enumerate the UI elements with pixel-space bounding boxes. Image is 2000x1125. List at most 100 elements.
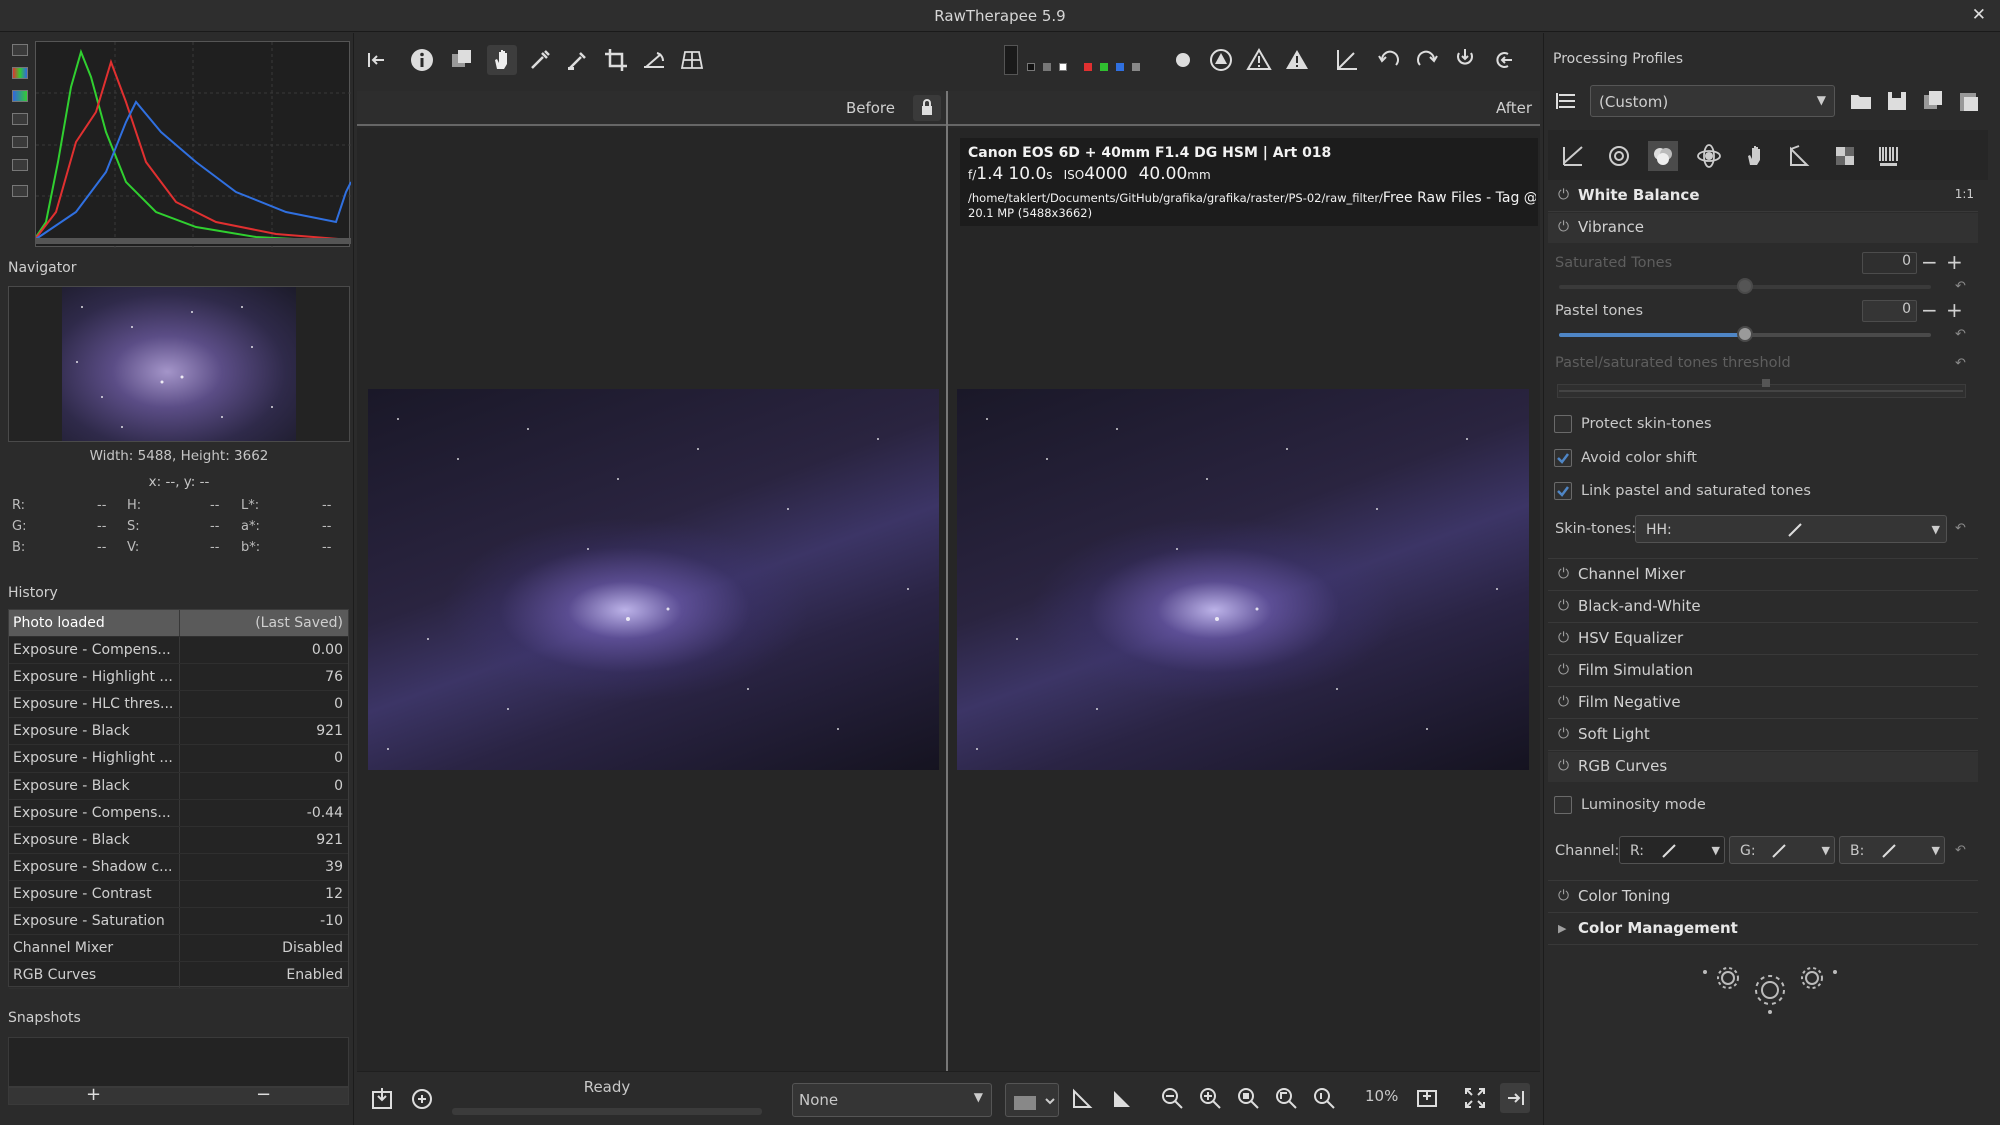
preview-red-icon[interactable] bbox=[1084, 63, 1092, 71]
false-color-icon[interactable] bbox=[1206, 45, 1236, 75]
hand-tool-icon[interactable] bbox=[487, 45, 517, 75]
before-image[interactable] bbox=[368, 389, 939, 770]
send-to-editor-icon[interactable] bbox=[407, 1084, 437, 1114]
history-row[interactable]: Channel Mixer Disabled bbox=[9, 935, 348, 963]
power-icon[interactable]: ⏻ bbox=[1558, 694, 1569, 710]
hide-right-panel-icon[interactable] bbox=[1500, 1083, 1530, 1113]
histogram-full-button[interactable] bbox=[12, 44, 28, 56]
history-row[interactable]: Exposure - Black 921 bbox=[9, 718, 348, 746]
hide-left-panel-icon[interactable] bbox=[362, 45, 392, 75]
tool-color-management[interactable]: ▶ Color Management bbox=[1548, 914, 1978, 944]
red-curve-select[interactable]: R: ▼ bbox=[1619, 836, 1725, 864]
softproof-icon[interactable] bbox=[1068, 1083, 1098, 1113]
navigator-thumbnail[interactable] bbox=[62, 287, 296, 441]
close-window-button[interactable]: ✕ bbox=[1972, 5, 1986, 25]
blue-curve-select[interactable]: B: ▼ bbox=[1839, 836, 1945, 864]
pastel-tones-spin[interactable]: 0 bbox=[1862, 300, 1917, 322]
save-image-icon[interactable] bbox=[367, 1084, 397, 1114]
reset-icon[interactable]: ↶ bbox=[1955, 356, 1966, 371]
crop-icon[interactable] bbox=[601, 45, 631, 75]
paste-profile-icon[interactable] bbox=[1954, 86, 1984, 116]
power-icon[interactable]: ⏻ bbox=[1558, 187, 1569, 203]
history-row[interactable]: Exposure - Black 0 bbox=[9, 772, 348, 800]
perspective-icon[interactable] bbox=[677, 45, 707, 75]
saturated-tones-knob[interactable] bbox=[1737, 278, 1753, 294]
tool-vibrance[interactable]: ⏻ Vibrance bbox=[1548, 213, 1978, 243]
luminosity-mode-checkbox[interactable] bbox=[1554, 796, 1572, 814]
histogram-mode-button[interactable] bbox=[12, 159, 28, 171]
skin-tones-curve-select[interactable]: HH: ▼ bbox=[1635, 515, 1947, 543]
preview-green-icon[interactable] bbox=[1100, 63, 1108, 71]
reset-icon[interactable]: ↶ bbox=[1955, 521, 1966, 536]
shadow-clipping-icon[interactable] bbox=[1244, 45, 1274, 75]
flip-horizontal-icon[interactable] bbox=[1488, 45, 1518, 75]
zoom-100-icon[interactable] bbox=[1309, 1083, 1339, 1113]
new-detail-window-icon[interactable] bbox=[1412, 1083, 1442, 1113]
bg-gray-icon[interactable] bbox=[1043, 63, 1051, 71]
expander-arrow-icon[interactable]: ▶ bbox=[1558, 922, 1566, 935]
tool-hsv-equalizer[interactable]: ⏻ HSV Equalizer bbox=[1548, 624, 1978, 654]
preview-blue-icon[interactable] bbox=[1116, 63, 1124, 71]
gamut-check-icon[interactable] bbox=[1108, 1083, 1138, 1113]
white-balance-picker-icon[interactable] bbox=[525, 45, 555, 75]
zoom-out-icon[interactable] bbox=[1157, 1083, 1187, 1113]
straighten-icon[interactable] bbox=[639, 45, 669, 75]
histogram-rgb-button[interactable] bbox=[12, 90, 28, 102]
highlight-clipping-icon[interactable] bbox=[1282, 45, 1312, 75]
zoom-fit-crop-icon[interactable] bbox=[1271, 1083, 1301, 1113]
power-icon[interactable]: ⏻ bbox=[1558, 598, 1569, 614]
history-row[interactable]: Exposure - Highlight ... 76 bbox=[9, 664, 348, 692]
histogram-scope-button[interactable] bbox=[12, 185, 28, 197]
history-row[interactable]: Exposure - Compens... -0.44 bbox=[9, 799, 348, 827]
tab-transform[interactable] bbox=[1784, 141, 1814, 171]
before-after-divider[interactable] bbox=[946, 91, 948, 1071]
bg-white-icon[interactable] bbox=[1059, 63, 1067, 71]
lock-icon[interactable] bbox=[913, 95, 941, 121]
saturated-tones-spin[interactable]: 0 bbox=[1862, 252, 1917, 274]
background-color-icon[interactable] bbox=[1004, 45, 1018, 75]
save-profile-icon[interactable] bbox=[1882, 86, 1912, 116]
green-curve-select[interactable]: G: ▼ bbox=[1729, 836, 1835, 864]
tab-exposure[interactable] bbox=[1558, 141, 1588, 171]
flip-vertical-icon[interactable] bbox=[1450, 45, 1480, 75]
reset-icon[interactable]: ↶ bbox=[1955, 327, 1966, 342]
plus-icon[interactable]: + bbox=[1946, 252, 1963, 272]
history-row[interactable]: Exposure - HLC thres... 0 bbox=[9, 691, 348, 719]
minus-icon[interactable]: − bbox=[1921, 252, 1938, 272]
rotate-right-icon[interactable] bbox=[1412, 45, 1442, 75]
output-profile-select[interactable]: None ▼ bbox=[792, 1083, 992, 1117]
protect-skin-checkbox[interactable] bbox=[1554, 415, 1572, 433]
tool-color-toning[interactable]: ⏻ Color Toning bbox=[1548, 882, 1978, 912]
power-icon[interactable]: ⏻ bbox=[1558, 726, 1569, 742]
history-row[interactable]: Exposure - Shadow c... 39 bbox=[9, 853, 348, 881]
tab-raw[interactable] bbox=[1830, 141, 1860, 171]
tool-soft-light[interactable]: ⏻ Soft Light bbox=[1548, 720, 1978, 750]
tool-channel-mixer[interactable]: ⏻ Channel Mixer bbox=[1548, 560, 1978, 590]
snapshots-list[interactable] bbox=[8, 1037, 349, 1087]
tool-film-simulation[interactable]: ⏻ Film Simulation bbox=[1548, 656, 1978, 686]
tool-white-balance[interactable]: ⏻ White Balance 1:1 bbox=[1548, 181, 1978, 211]
reset-icon[interactable]: ↶ bbox=[1955, 279, 1966, 294]
power-icon[interactable]: ⏻ bbox=[1558, 888, 1569, 904]
pastel-tones-knob[interactable] bbox=[1737, 326, 1753, 342]
tool-film-negative[interactable]: ⏻ Film Negative bbox=[1548, 688, 1978, 718]
history-row[interactable]: Photo loaded (Last Saved) bbox=[9, 610, 348, 638]
processing-profile-select[interactable]: (Custom) ▼ bbox=[1590, 85, 1835, 117]
tab-detail[interactable] bbox=[1604, 141, 1634, 171]
plus-icon[interactable]: + bbox=[1946, 300, 1963, 320]
history-row[interactable]: Exposure - Contrast 12 bbox=[9, 880, 348, 909]
tab-color[interactable] bbox=[1648, 141, 1678, 171]
link-tones-checkbox[interactable] bbox=[1554, 482, 1572, 500]
history-row[interactable]: Exposure - Compens... 0.00 bbox=[9, 637, 348, 665]
histogram-chroma-button[interactable] bbox=[12, 113, 28, 125]
power-icon[interactable]: ⏻ bbox=[1558, 219, 1569, 235]
before-after-icon[interactable] bbox=[447, 45, 477, 75]
profile-list-icon[interactable] bbox=[1552, 86, 1582, 116]
rotate-left-icon[interactable] bbox=[1374, 45, 1404, 75]
threshold-handle-top[interactable] bbox=[1762, 379, 1770, 387]
histogram-bar-button[interactable] bbox=[12, 136, 28, 148]
history-row[interactable]: RGB Curves Enabled bbox=[9, 962, 348, 990]
tab-advanced[interactable] bbox=[1694, 141, 1724, 171]
after-image[interactable] bbox=[957, 389, 1529, 770]
history-row[interactable]: Exposure - Black 921 bbox=[9, 826, 348, 854]
